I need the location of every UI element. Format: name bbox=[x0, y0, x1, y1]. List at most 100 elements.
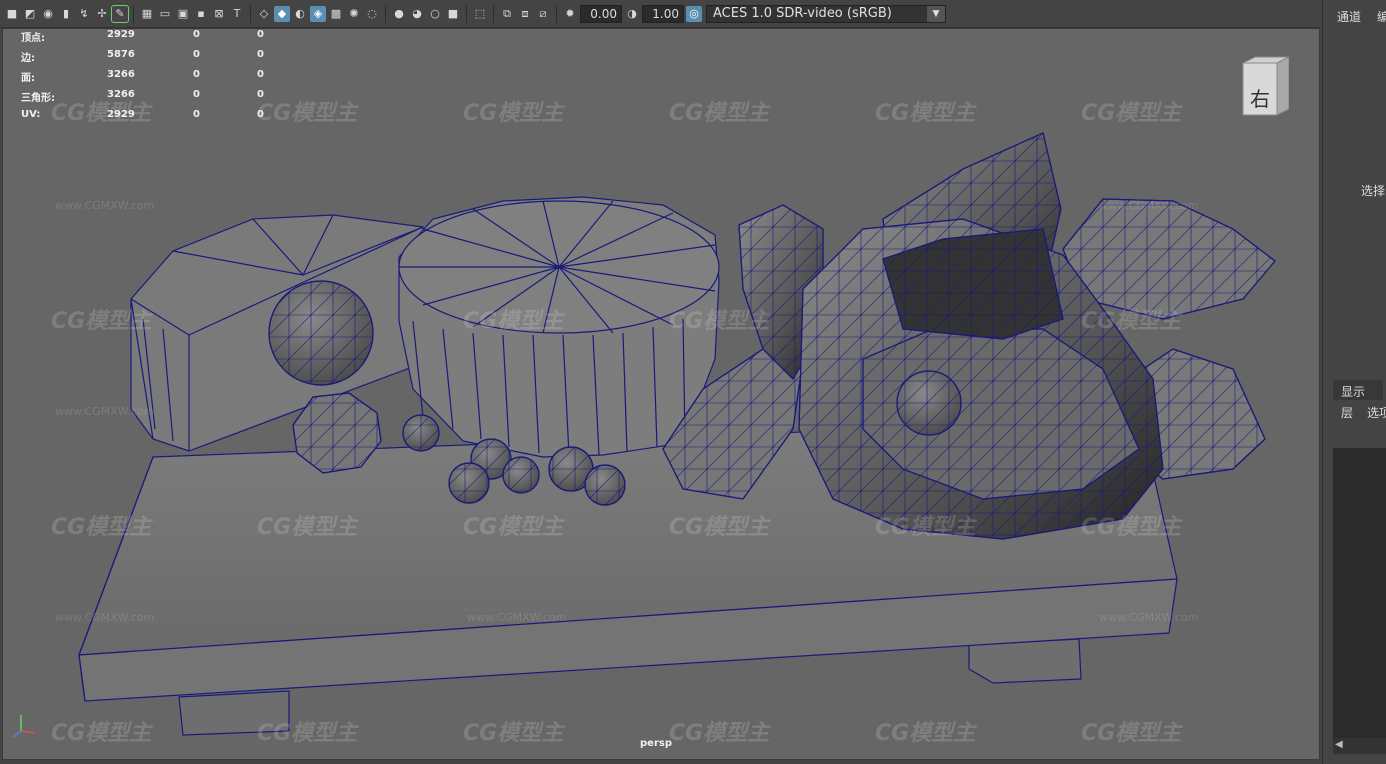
motion-blur-icon[interactable]: ◕ bbox=[409, 6, 425, 22]
watermark: CG模型主 bbox=[463, 721, 564, 746]
viewport-toolbar: ■ ◩ ◉ ▮ ↯ ✢ ✎ ▦ ▭ ▣ ▪ ⊠ T ◇ ◆ ◐ ◈ ▩ ✺ ◌ … bbox=[0, 0, 1320, 28]
pivot-icon[interactable]: ✢ bbox=[94, 6, 110, 22]
watermark: CG模型主 bbox=[51, 721, 152, 746]
axis-gizmo-icon bbox=[12, 715, 36, 738]
scene-render bbox=[78, 132, 1276, 736]
watermark-url: www.CGMXW.com bbox=[1099, 611, 1199, 624]
watermark: CG模型主 bbox=[51, 309, 152, 334]
watermark: CG模型主 bbox=[1081, 515, 1182, 540]
shadows-icon[interactable]: ◌ bbox=[364, 6, 380, 22]
toolbar-separator bbox=[556, 4, 557, 23]
3d-viewport[interactable]: 顶点: 2929 0 0 边: 5876 0 0 面: 3266 0 0 三角形… bbox=[2, 28, 1320, 760]
toolbar-separator bbox=[250, 4, 251, 23]
watermark: CG模型主 bbox=[1081, 101, 1182, 126]
hud-value: 0 bbox=[193, 109, 200, 120]
tab-edit[interactable]: 编 bbox=[1377, 8, 1386, 25]
field-chart-icon[interactable]: ⊠ bbox=[211, 6, 227, 22]
smooth-shade-icon[interactable]: ◆ bbox=[274, 5, 290, 22]
hud-value: 2929 bbox=[107, 29, 135, 40]
film-gate-icon[interactable]: ▭ bbox=[157, 6, 173, 22]
lights-icon[interactable]: ✺ bbox=[346, 6, 362, 22]
hud-value: 0 bbox=[193, 89, 200, 100]
grid-icon[interactable]: ▦ bbox=[139, 6, 155, 22]
snap-icon[interactable]: ↯ bbox=[76, 6, 92, 22]
watermark-url: www.CGMXW.com bbox=[55, 405, 155, 418]
watermark-url: www.CGMXW.com bbox=[55, 611, 155, 624]
watermark: CG模型主 bbox=[51, 101, 152, 126]
gamma-field[interactable]: 1.00 bbox=[642, 4, 684, 23]
ambient-occlusion-icon[interactable]: ● bbox=[391, 6, 407, 22]
xray-joints-icon[interactable]: ⧈ bbox=[517, 6, 533, 22]
scroll-left-icon[interactable]: ◀ bbox=[1335, 739, 1343, 750]
exposure-field[interactable]: 0.00 bbox=[580, 4, 622, 23]
watermark: CG模型主 bbox=[257, 721, 358, 746]
hud-label: 边: bbox=[21, 53, 35, 64]
watermark: CG模型主 bbox=[875, 101, 976, 126]
chevron-down-icon[interactable]: ▼ bbox=[927, 5, 945, 22]
watermark: CG模型主 bbox=[257, 101, 358, 126]
watermark-url: www.CGMXW.com bbox=[55, 199, 155, 212]
anti-alias-icon[interactable]: ○ bbox=[427, 6, 443, 22]
wireframe-icon[interactable]: ◇ bbox=[256, 6, 272, 22]
color-management-icon[interactable]: ◎ bbox=[686, 5, 702, 22]
depth-of-field-icon[interactable]: ■ bbox=[445, 6, 461, 22]
hud-label: 面: bbox=[21, 73, 35, 84]
horizontal-scrollbar[interactable]: ◀ bbox=[1333, 738, 1386, 754]
layer-list[interactable] bbox=[1333, 448, 1386, 738]
menu-options[interactable]: 选项 bbox=[1367, 404, 1386, 421]
bookmark-icon[interactable]: ◉ bbox=[40, 6, 56, 22]
watermark: CG模型主 bbox=[1081, 309, 1182, 334]
tab-channels[interactable]: 通道 bbox=[1337, 8, 1361, 25]
toolbar-separator bbox=[466, 4, 467, 23]
hud-value: 0 bbox=[193, 49, 200, 60]
view-cube[interactable]: 右 bbox=[1241, 55, 1290, 117]
paint-brush-icon[interactable]: ✎ bbox=[111, 4, 129, 23]
isolate-select-icon[interactable]: ⬚ bbox=[472, 6, 488, 22]
camera-icon[interactable]: ■ bbox=[4, 6, 20, 22]
colorspace-label: ACES 1.0 SDR-video (sRGB) bbox=[713, 6, 892, 21]
toolbar-separator bbox=[133, 4, 134, 23]
xray-components-icon[interactable]: ⧄ bbox=[535, 6, 551, 22]
watermark-url: www.CGMXW.com bbox=[1099, 199, 1199, 212]
channel-box-panel: 通道 编 选择 显示 层 选项 ◀ bbox=[1322, 0, 1386, 764]
hud-value: 0 bbox=[257, 29, 264, 40]
flat-shade-icon[interactable]: ◐ bbox=[292, 6, 308, 22]
watermark: CG模型主 bbox=[669, 515, 770, 540]
menu-layers[interactable]: 层 bbox=[1341, 404, 1353, 421]
image-plane-icon[interactable]: ▮ bbox=[58, 6, 74, 22]
select-label[interactable]: 选择 bbox=[1361, 182, 1385, 199]
watermark: CG模型主 bbox=[875, 721, 976, 746]
hud-value: 5876 bbox=[107, 49, 135, 60]
exposure-icon[interactable]: ✹ bbox=[562, 6, 578, 22]
watermark: CG模型主 bbox=[463, 309, 564, 334]
wireframe-on-shaded-icon[interactable]: ◈ bbox=[310, 5, 326, 22]
watermark: CG模型主 bbox=[257, 515, 358, 540]
hud-label: 顶点: bbox=[21, 33, 45, 44]
xray-icon[interactable]: ⧉ bbox=[499, 6, 515, 22]
watermark: CG模型主 bbox=[669, 309, 770, 334]
watermark: CG模型主 bbox=[875, 515, 976, 540]
watermark: CG模型主 bbox=[463, 515, 564, 540]
hud-label: 三角形: bbox=[21, 93, 55, 104]
textured-icon[interactable]: ▩ bbox=[328, 6, 344, 22]
tab-display[interactable]: 显示 bbox=[1333, 380, 1383, 400]
hud-value: 0 bbox=[257, 69, 264, 80]
hud-value: 0 bbox=[257, 49, 264, 60]
watermark: CG模型主 bbox=[669, 101, 770, 126]
resolution-gate-icon[interactable]: ▣ bbox=[175, 6, 191, 22]
watermark: CG模型主 bbox=[1081, 721, 1182, 746]
toolbar-separator bbox=[493, 4, 494, 23]
hud-value: 0 bbox=[193, 69, 200, 80]
camera-attr-icon[interactable]: ◩ bbox=[22, 6, 38, 22]
hud-value: 0 bbox=[193, 29, 200, 40]
watermark: CG模型主 bbox=[669, 721, 770, 746]
watermark: CG模型主 bbox=[463, 101, 564, 126]
gamma-icon[interactable]: ◑ bbox=[624, 6, 640, 22]
view-cube-face-label[interactable]: 右 bbox=[1245, 83, 1275, 112]
watermark: CG模型主 bbox=[51, 515, 152, 540]
watermark-url: www.CGMXW.com bbox=[467, 611, 567, 624]
hud-label: UV: bbox=[21, 109, 41, 120]
gate-mask-icon[interactable]: ▪ bbox=[193, 6, 209, 22]
safe-title-icon[interactable]: T bbox=[229, 6, 245, 22]
colorspace-dropdown[interactable]: ACES 1.0 SDR-video (sRGB) ▼ bbox=[706, 4, 946, 23]
